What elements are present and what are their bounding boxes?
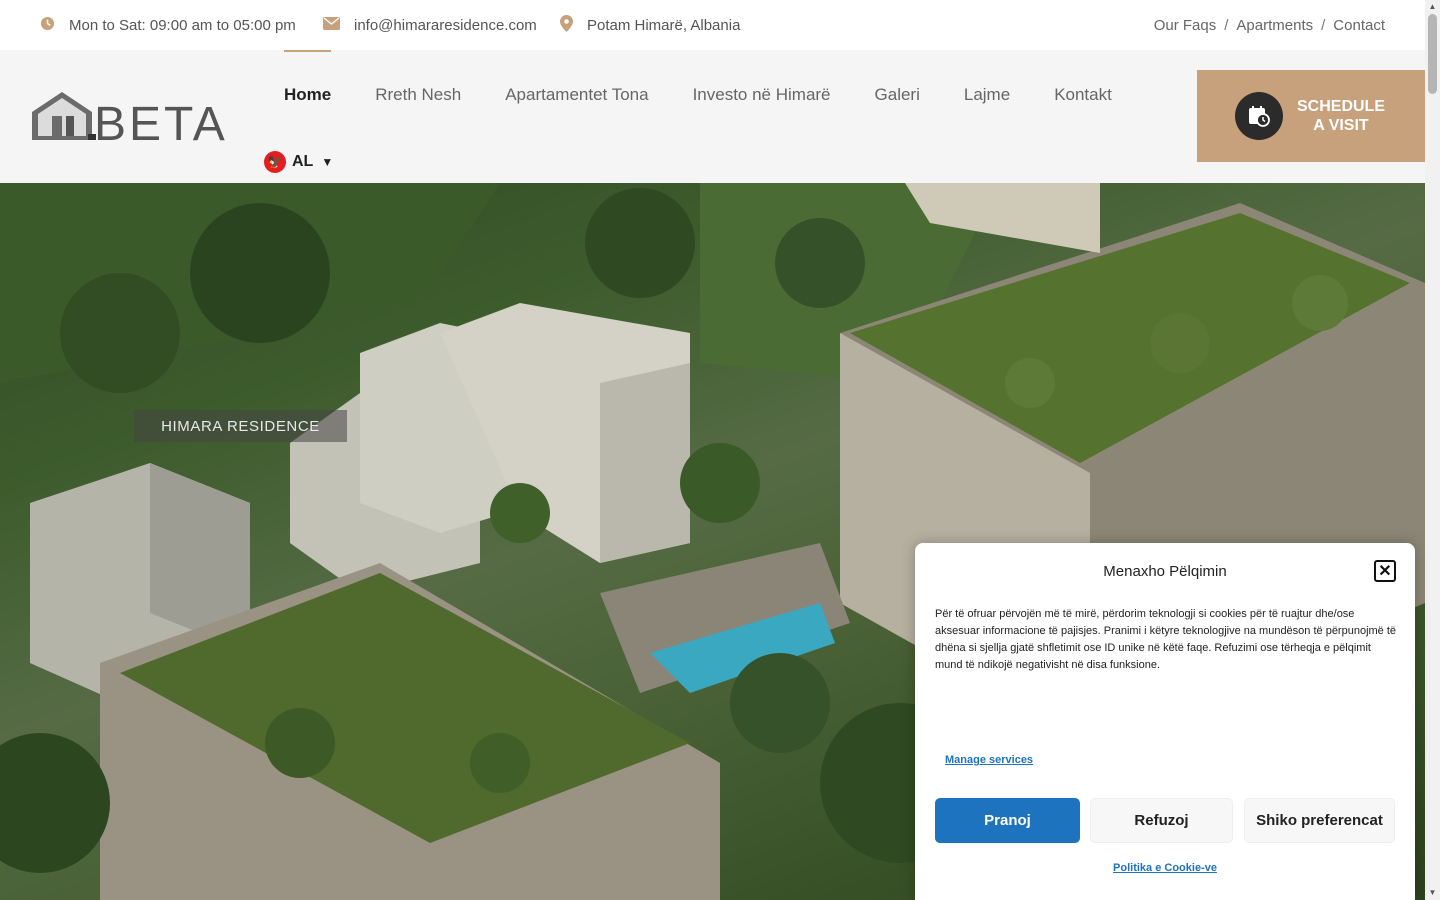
scroll-thumb[interactable] bbox=[1428, 14, 1437, 94]
cookie-consent-dialog: Menaxho Pëlqimin ✕ Për të ofruar përvojë… bbox=[915, 543, 1415, 900]
main-header: BETA Home Rreth Nesh Apartamentet Tona I… bbox=[0, 50, 1425, 183]
nav-lajme[interactable]: Lajme bbox=[964, 50, 1010, 140]
nav-investo[interactable]: Investo në Himarë bbox=[693, 50, 831, 140]
hours-info: Mon to Sat: 09:00 am to 05:00 pm bbox=[40, 0, 296, 50]
cookie-title: Menaxho Pëlqimin bbox=[1103, 563, 1227, 580]
main-nav: Home Rreth Nesh Apartamentet Tona Invest… bbox=[284, 50, 1156, 140]
envelope-icon bbox=[323, 16, 340, 34]
nav-home[interactable]: Home bbox=[284, 50, 332, 140]
cta-line-2: A VISIT bbox=[1313, 117, 1369, 134]
nav-kontakt[interactable]: Kontakt bbox=[1054, 50, 1112, 140]
location-info: Potam Himarë, Albania bbox=[560, 0, 740, 50]
albania-flag-icon: 🦅 bbox=[264, 151, 286, 173]
close-icon[interactable]: ✕ bbox=[1374, 560, 1396, 582]
map-pin-icon bbox=[560, 14, 573, 36]
nav-galeri[interactable]: Galeri bbox=[875, 50, 920, 140]
site-logo[interactable]: BETA bbox=[30, 90, 265, 151]
schedule-visit-button[interactable]: SCHEDULE A VISIT bbox=[1197, 70, 1425, 162]
clock-icon bbox=[40, 16, 55, 35]
link-contact[interactable]: Contact bbox=[1333, 17, 1385, 34]
email-info[interactable]: info@himararesidence.com bbox=[323, 0, 537, 50]
nav-apartamentet[interactable]: Apartamentet Tona bbox=[505, 50, 648, 140]
chevron-down-icon: ▼ bbox=[321, 155, 334, 169]
manage-services-link[interactable]: Manage services bbox=[945, 754, 1033, 766]
page-scrollbar[interactable]: ▲ ▼ bbox=[1425, 0, 1440, 900]
hours-text: Mon to Sat: 09:00 am to 05:00 pm bbox=[69, 16, 296, 34]
accept-button[interactable]: Pranoj bbox=[935, 798, 1080, 843]
link-faqs[interactable]: Our Faqs bbox=[1154, 17, 1217, 34]
language-switcher[interactable]: 🦅 AL ▼ bbox=[264, 151, 333, 173]
cookie-policy-link[interactable]: Politika e Cookie-ve bbox=[915, 862, 1415, 874]
top-info-bar: Mon to Sat: 09:00 am to 05:00 pm info@hi… bbox=[0, 0, 1425, 50]
email-text[interactable]: info@himararesidence.com bbox=[354, 17, 537, 34]
top-links: Our Faqs / Apartments / Contact bbox=[1154, 0, 1385, 50]
hero-badge: HIMARA RESIDENCE bbox=[134, 410, 347, 442]
link-apartments[interactable]: Apartments bbox=[1236, 17, 1313, 34]
link-separator: / bbox=[1224, 16, 1229, 34]
link-separator: / bbox=[1321, 16, 1326, 34]
scroll-down-icon[interactable]: ▼ bbox=[1428, 888, 1437, 898]
cookie-body: Për të ofruar përvojën më të mirë, përdo… bbox=[935, 608, 1397, 671]
deny-button[interactable]: Refuzoj bbox=[1090, 798, 1233, 843]
calendar-clock-icon bbox=[1235, 92, 1283, 140]
preferences-button[interactable]: Shiko preferencat bbox=[1244, 798, 1395, 843]
location-text: Potam Himarë, Albania bbox=[587, 16, 741, 34]
language-code: AL bbox=[292, 153, 314, 170]
logo-text: BETA bbox=[94, 98, 228, 145]
cta-line-1: SCHEDULE bbox=[1296, 98, 1385, 115]
schedule-visit-label: SCHEDULE A VISIT bbox=[1295, 97, 1387, 135]
nav-rreth-nesh[interactable]: Rreth Nesh bbox=[375, 50, 461, 140]
scroll-up-icon[interactable]: ▲ bbox=[1428, 2, 1437, 12]
